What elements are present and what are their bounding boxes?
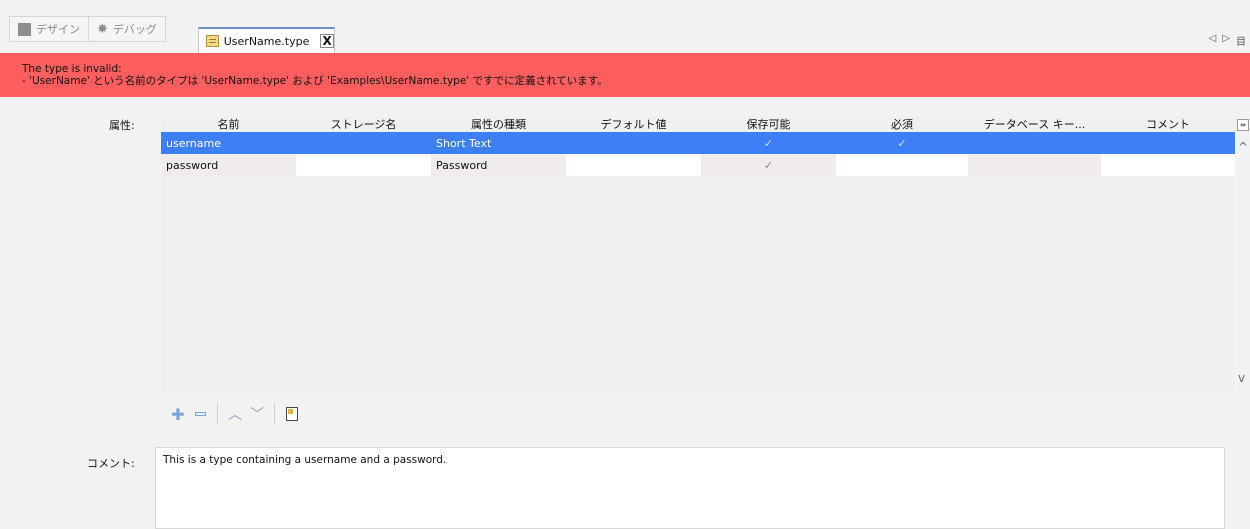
column-header-saveable[interactable]: 保存可能: [701, 116, 836, 132]
cell-comment[interactable]: [1101, 132, 1235, 154]
cell-comment[interactable]: [1101, 154, 1235, 176]
table-row[interactable]: username Short Text ✓ ✓: [161, 132, 1235, 154]
add-attribute-button[interactable]: ✚: [167, 403, 189, 425]
cell-attribute-type[interactable]: Short Text: [431, 132, 566, 154]
column-header-name[interactable]: 名前: [161, 116, 296, 132]
mode-switcher: デザイン ✸ デバッグ: [9, 16, 166, 42]
debug-mode-button[interactable]: ✸ デバッグ: [88, 17, 165, 41]
scroll-up-icon[interactable]: ^: [1238, 140, 1248, 154]
cell-name[interactable]: password: [161, 154, 296, 176]
toolbar-divider: [217, 403, 218, 425]
move-up-button[interactable]: ︿: [224, 403, 246, 425]
tab-menu-icon[interactable]: 目: [1236, 33, 1246, 48]
column-header-storage-name[interactable]: ストレージ名: [296, 116, 431, 132]
cell-database-key[interactable]: [968, 154, 1101, 176]
bug-icon: ✸: [97, 21, 108, 37]
tab-navigation: ◁ ▷ 目: [1209, 33, 1246, 48]
chevron-down-icon: ﹀: [250, 407, 264, 423]
cell-storage-name[interactable]: [296, 132, 431, 154]
column-header-attribute-type[interactable]: 属性の種類: [431, 116, 566, 132]
check-icon: ✓: [897, 136, 907, 150]
cell-default-value[interactable]: [566, 154, 701, 176]
attribute-toolbar: ✚ ︿ ﹀: [161, 395, 1235, 433]
column-header-comment[interactable]: コメント: [1101, 116, 1235, 132]
plus-icon: ✚: [171, 404, 185, 424]
attributes-label: 属性:: [109, 119, 135, 132]
remove-attribute-button[interactable]: [189, 403, 211, 425]
cell-required[interactable]: ✓: [836, 132, 968, 154]
move-down-button[interactable]: ﹀: [246, 403, 268, 425]
error-title: The type is invalid:: [22, 63, 122, 75]
attributes-table: 名前 ストレージ名 属性の種類 デフォルト値 保存可能 必須 データベース キー…: [161, 116, 1235, 392]
column-resize-icon[interactable]: ⇹: [1237, 119, 1249, 131]
minus-icon: [194, 412, 206, 416]
cell-required[interactable]: [836, 154, 968, 176]
table-header: 名前 ストレージ名 属性の種類 デフォルト値 保存可能 必須 データベース キー…: [161, 116, 1235, 132]
toolbar-divider: [274, 403, 275, 425]
comment-label: コメント:: [87, 457, 135, 470]
comment-field[interactable]: This is a type containing a username and…: [155, 447, 1225, 529]
type-file-icon: [206, 35, 219, 47]
column-header-default-value[interactable]: デフォルト値: [566, 116, 701, 132]
editor-content: 属性: 名前 ストレージ名 属性の種類 デフォルト値 保存可能 必須 データベー…: [0, 97, 1250, 529]
check-icon: ✓: [763, 158, 774, 172]
next-tab-icon[interactable]: ▷: [1222, 33, 1230, 48]
tab-title: UserName.type: [223, 34, 310, 48]
column-header-database-key[interactable]: データベース キー...: [968, 116, 1101, 132]
edit-attribute-button[interactable]: [281, 403, 303, 425]
design-mode-button[interactable]: デザイン: [10, 17, 88, 41]
error-message: - 'UserName' という名前のタイプは 'UserName.type' …: [22, 75, 608, 87]
chevron-up-icon: ︿: [228, 407, 242, 423]
document-icon: [286, 407, 298, 421]
column-header-required[interactable]: 必須: [836, 116, 968, 132]
cell-database-key[interactable]: [968, 132, 1101, 154]
check-icon: ✓: [763, 136, 774, 150]
debug-label: デバッグ: [112, 23, 157, 36]
table-scrollbar[interactable]: ⇹ ^ v: [1235, 116, 1250, 392]
design-label: デザイン: [36, 23, 80, 36]
error-banner: The type is invalid: - 'UserName' という名前の…: [0, 53, 1250, 97]
table-row[interactable]: password Password ✓: [161, 154, 1235, 176]
close-tab-button[interactable]: X: [320, 34, 334, 48]
tab-username-type[interactable]: UserName.type X: [198, 27, 335, 53]
previous-tab-icon[interactable]: ◁: [1209, 33, 1217, 48]
cell-attribute-type[interactable]: Password: [431, 154, 566, 176]
scroll-down-icon[interactable]: v: [1238, 371, 1245, 385]
cell-name[interactable]: username: [161, 132, 296, 154]
cell-saveable[interactable]: ✓: [701, 132, 836, 154]
cell-saveable[interactable]: ✓: [701, 154, 836, 176]
cell-default-value[interactable]: [566, 132, 701, 154]
design-icon: [18, 22, 31, 36]
top-bar: デザイン ✸ デバッグ UserName.type X ◁ ▷ 目: [0, 0, 1250, 53]
cell-storage-name[interactable]: [296, 154, 431, 176]
